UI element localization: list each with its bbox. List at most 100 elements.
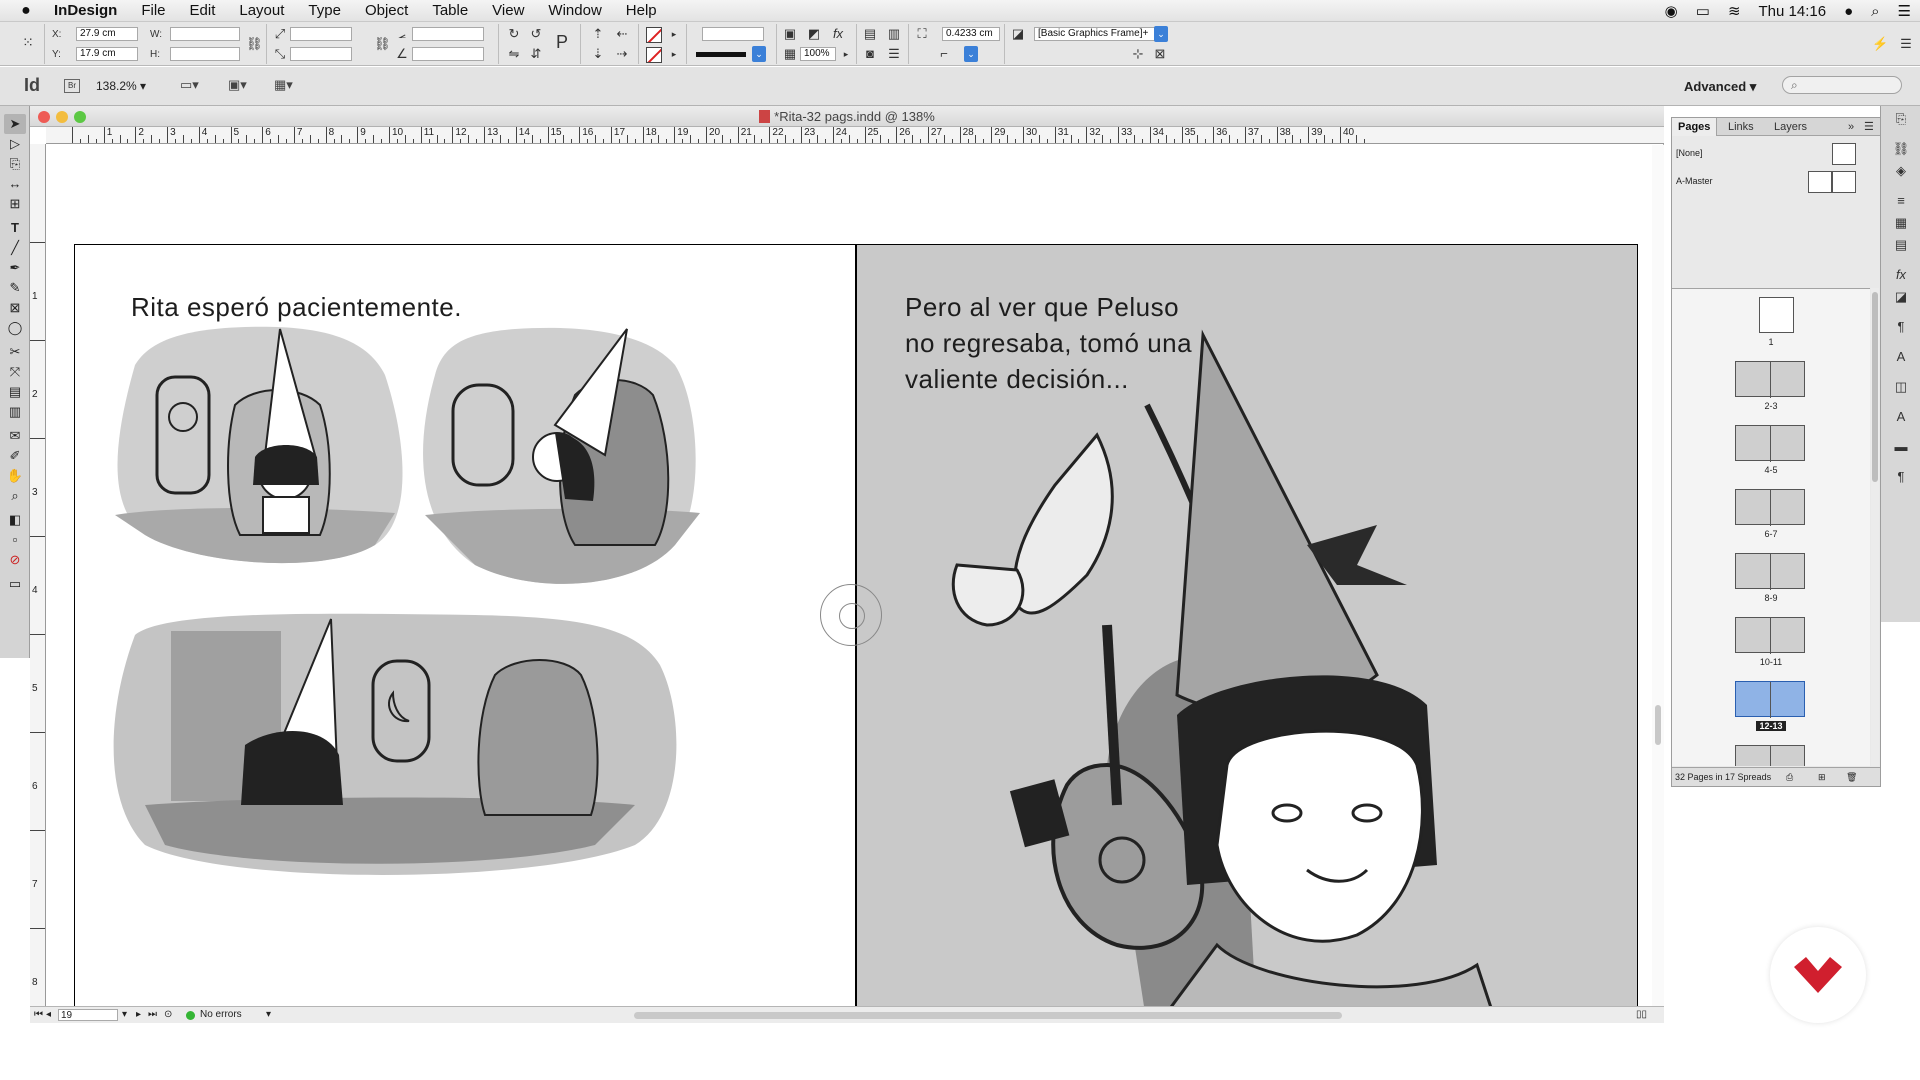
constrain-scale-icon[interactable]: ⛓ (374, 36, 391, 52)
page-thumbnail-list[interactable]: 1 2-3 4-5 6-7 8-9 10-11 12-13 14-15 (1672, 288, 1870, 766)
menu-help[interactable]: Help (614, 0, 669, 22)
dock-links-icon[interactable]: ⛓ (1892, 140, 1910, 158)
screen-mode-normal-icon[interactable]: ▭ (4, 574, 26, 594)
stroke-menu-arrow-icon[interactable]: ▸ (666, 46, 682, 62)
thumbnail-scrollbar[interactable] (1871, 288, 1879, 766)
zoom-tool-icon[interactable]: ⌕ (4, 486, 26, 506)
menu-layout[interactable]: Layout (227, 0, 296, 22)
menu-window[interactable]: Window (536, 0, 613, 22)
constrain-proportions-icon[interactable]: ⛓ (246, 36, 263, 52)
fill-swatch[interactable] (646, 27, 662, 43)
dock-layers-icon[interactable]: ◈ (1892, 162, 1910, 180)
fx-icon[interactable]: fx (830, 26, 846, 42)
flip-vertical-icon[interactable]: ⇵ (528, 46, 544, 62)
stroke-type-dropdown-icon[interactable]: ⌄ (752, 46, 766, 62)
spread-item[interactable]: 6-7 (1672, 489, 1870, 553)
menu-edit[interactable]: Edit (178, 0, 228, 22)
rotate-cw-icon[interactable]: ↻ (506, 26, 522, 42)
text-wrap-shape-icon[interactable]: ◙ (862, 46, 878, 62)
text-wrap-none-icon[interactable]: ▤ (862, 26, 878, 42)
dock-gradient-icon[interactable]: ▤ (1892, 236, 1910, 254)
vertical-scroll-thumb[interactable] (1655, 705, 1661, 745)
tab-links[interactable]: Links (1722, 118, 1760, 136)
left-page[interactable]: Rita esperó pacientemente. (74, 244, 856, 1006)
master-a-left-thumbnail[interactable] (1808, 171, 1832, 193)
spread-item[interactable]: 4-5 (1672, 425, 1870, 489)
clear-attributes-icon[interactable]: ⊠ (1152, 46, 1168, 62)
gradient-swatch-tool-icon[interactable]: ▤ (4, 382, 26, 402)
note-tool-icon[interactable]: ✉ (4, 426, 26, 446)
spread-item[interactable]: 1 (1672, 297, 1870, 361)
edit-page-size-icon[interactable]: ⎙ (1786, 768, 1793, 786)
type-tool-icon[interactable]: T (4, 218, 26, 238)
right-page[interactable]: Pero al ver que Peluso no regresaba, tom… (856, 244, 1638, 1006)
y-position-field[interactable]: 17.9 cm (76, 47, 138, 61)
spread-rotation-marker[interactable] (820, 584, 882, 646)
first-page-icon[interactable]: ⏮ (34, 1009, 43, 1021)
spread-thumbnail[interactable] (1735, 425, 1805, 462)
page-number-field[interactable]: 19 (58, 1009, 118, 1021)
ellipse-tool-icon[interactable]: ◯ (4, 318, 26, 338)
eyedropper-tool-icon[interactable]: ✐ (4, 446, 26, 466)
horizontal-scroll-thumb[interactable] (634, 1012, 1342, 1019)
fill-menu-arrow-icon[interactable]: ▸ (666, 26, 682, 42)
gap-tool-icon[interactable]: ↔ (4, 174, 26, 194)
menu-type[interactable]: Type (296, 0, 353, 22)
dock-paragraph-icon[interactable]: ¶ (1892, 468, 1910, 486)
arrange-documents-icon[interactable]: ▦▾ (274, 77, 308, 95)
bridge-button[interactable]: Br (64, 79, 80, 93)
next-page-icon[interactable]: ▸ (136, 1009, 141, 1021)
master-row-none[interactable]: [None] (1672, 138, 1880, 166)
spread-item[interactable]: 12-13 (1672, 681, 1870, 745)
fill-stroke-swatches-icon[interactable]: ◧ (4, 510, 26, 530)
gradient-feather-tool-icon[interactable]: ▥ (4, 402, 26, 422)
text-wrap-jump-icon[interactable]: ☰ (886, 46, 902, 62)
menu-app-name[interactable]: InDesign (52, 0, 129, 22)
spotlight-search-icon[interactable]: ⌕ (1862, 3, 1888, 20)
select-content-icon[interactable]: ⇣ (590, 46, 606, 62)
tab-layers[interactable]: Layers (1768, 118, 1813, 136)
effects-shadow-icon[interactable]: ◩ (806, 26, 822, 42)
dock-character-icon[interactable]: A (1892, 408, 1910, 426)
new-page-icon[interactable]: ⊞ (1818, 768, 1826, 786)
page-menu-arrow-icon[interactable]: ▾ (122, 1009, 127, 1021)
height-field[interactable] (170, 47, 240, 61)
reference-point-icon[interactable]: ⁙ (20, 34, 36, 50)
direct-selection-tool-icon[interactable]: ▷ (4, 134, 26, 154)
dock-paragraph-styles-icon[interactable]: ¶ (1892, 318, 1910, 336)
dock-effects-icon[interactable]: fx (1892, 266, 1910, 284)
spread-item[interactable]: 8-9 (1672, 553, 1870, 617)
open-in-finder-icon[interactable]: ⊙ (164, 1009, 172, 1021)
stroke-swatch[interactable] (646, 47, 662, 63)
formatting-affects-icon[interactable]: ▫ (4, 530, 26, 550)
close-window-button[interactable] (38, 111, 50, 123)
thumbnail-scroll-thumb[interactable] (1872, 292, 1878, 482)
select-next-icon[interactable]: ⇢ (614, 46, 630, 62)
spread-thumbnail[interactable] (1735, 361, 1805, 398)
content-collector-icon[interactable]: ⊞ (4, 194, 26, 214)
spread-thumbnail[interactable] (1735, 489, 1805, 526)
menu-object[interactable]: Object (353, 0, 420, 22)
dock-swatches-icon[interactable]: ▦ (1892, 214, 1910, 232)
previous-page-icon[interactable]: ◂ (46, 1009, 51, 1021)
minimize-window-button[interactable] (56, 111, 68, 123)
stroke-type-preview[interactable] (696, 52, 746, 57)
menu-table[interactable]: Table (420, 0, 480, 22)
dock-character-styles-icon[interactable]: A (1892, 348, 1910, 366)
page-tool-icon[interactable]: ⎘ (4, 154, 26, 174)
rectangle-frame-tool-icon[interactable]: ⊠ (4, 298, 26, 318)
panel-menu-icon[interactable]: ☰ (1858, 118, 1880, 136)
apply-none-icon[interactable]: ⊘ (4, 550, 26, 570)
last-page-icon[interactable]: ⏭ (148, 1009, 157, 1021)
scale-x-field[interactable] (290, 27, 352, 41)
corner-shape-dropdown-icon[interactable]: ⌄ (964, 46, 978, 62)
dock-object-styles-icon[interactable]: ◪ (1892, 288, 1910, 306)
tab-pages[interactable]: Pages (1672, 118, 1718, 136)
split-view-icon[interactable]: ▯▯ (1636, 1009, 1647, 1021)
free-transform-tool-icon[interactable]: ⤧ (4, 362, 26, 382)
spread-thumbnail[interactable] (1735, 617, 1805, 654)
spread-thumbnail[interactable] (1735, 553, 1805, 590)
dock-stroke-icon[interactable]: ≡ (1892, 192, 1910, 210)
zoom-window-button[interactable] (74, 111, 86, 123)
select-previous-icon[interactable]: ⇠ (614, 26, 630, 42)
